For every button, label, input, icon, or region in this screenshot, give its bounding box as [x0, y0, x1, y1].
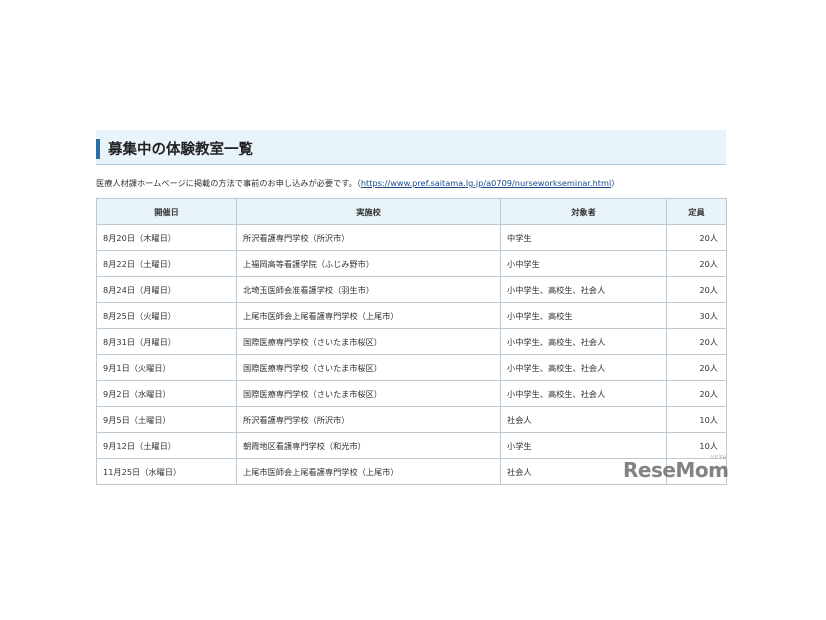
- cell-date: 8月22日（土曜日）: [96, 250, 237, 277]
- cell-target: 小中学生、高校生: [500, 302, 667, 329]
- cell-date: 9月2日（水曜日）: [96, 380, 237, 407]
- table-row: 8月20日（木曜日） 所沢看護専門学校（所沢市） 中学生 20人: [96, 224, 727, 251]
- cell-school: 上尾市医師会上尾看護専門学校（上尾市）: [236, 302, 501, 329]
- cell-date: 9月1日（火曜日）: [96, 354, 237, 381]
- cell-date: 8月24日（月曜日）: [96, 276, 237, 303]
- cell-capacity: 20人: [666, 354, 727, 381]
- table-row: 8月25日（火曜日） 上尾市医師会上尾看護専門学校（上尾市） 小中学生、高校生 …: [96, 302, 727, 329]
- cell-capacity: 20人: [666, 328, 727, 355]
- cell-capacity: 20人: [666, 276, 727, 303]
- cell-school: 所沢看護専門学校（所沢市）: [236, 406, 501, 433]
- cell-target: 社会人: [500, 406, 667, 433]
- page-title: 募集中の体験教室一覧: [108, 142, 253, 158]
- cell-target: 中学生: [500, 224, 667, 251]
- cell-target: 小中学生: [500, 250, 667, 277]
- cell-capacity: 30人: [666, 302, 727, 329]
- cell-capacity: 20人: [666, 380, 727, 407]
- table-row: 8月24日（月曜日） 北埼玉医師会准看護学校（羽生市） 小中学生、高校生、社会人…: [96, 276, 727, 303]
- cell-date: 8月31日（月曜日）: [96, 328, 237, 355]
- cell-date: 8月25日（火曜日）: [96, 302, 237, 329]
- intro-text-before: 医療人材課ホームページに掲載の方法で事前のお申し込みが必要です。（: [96, 178, 361, 188]
- table-row: 9月12日（土曜日） 朝霞地区看護専門学校（和光市） 小学生 10人: [96, 432, 727, 459]
- cell-school: 所沢看護専門学校（所沢市）: [236, 224, 501, 251]
- cell-school: 国際医療専門学校（さいたま市桜区）: [236, 354, 501, 381]
- cell-target: 小学生: [500, 432, 667, 459]
- column-header-capacity: 定員: [666, 198, 727, 225]
- column-header-date: 開催日: [96, 198, 237, 225]
- cell-capacity: 10人: [666, 406, 727, 433]
- table-row: 9月2日（水曜日） 国際医療専門学校（さいたま市桜区） 小中学生、高校生、社会人…: [96, 380, 727, 407]
- cell-school: 北埼玉医師会准看護学校（羽生市）: [236, 276, 501, 303]
- cell-target: 小中学生、高校生、社会人: [500, 380, 667, 407]
- cell-date: 9月5日（土曜日）: [96, 406, 237, 433]
- watermark-small-text: リセマム: [710, 454, 727, 459]
- section-heading: 募集中の体験教室一覧: [96, 130, 726, 165]
- column-header-target: 対象者: [500, 198, 667, 225]
- intro-text-after: ）: [611, 178, 620, 188]
- table-row: 9月1日（火曜日） 国際医療専門学校（さいたま市桜区） 小中学生、高校生、社会人…: [96, 354, 727, 381]
- cell-date: 8月20日（木曜日）: [96, 224, 237, 251]
- schedule-table: 開催日 実施校 対象者 定員 8月20日（木曜日） 所沢看護専門学校（所沢市） …: [96, 198, 727, 485]
- table-header-row: 開催日 実施校 対象者 定員: [96, 198, 727, 225]
- table-row: 8月31日（月曜日） 国際医療専門学校（さいたま市桜区） 小中学生、高校生、社会…: [96, 328, 727, 355]
- cell-school: 上福岡高等看護学院（ふじみ野市）: [236, 250, 501, 277]
- intro-text: 医療人材課ホームページに掲載の方法で事前のお申し込みが必要です。（https:/…: [96, 177, 736, 189]
- column-header-school: 実施校: [236, 198, 501, 225]
- cell-capacity: 20人: [666, 250, 727, 277]
- cell-capacity: 20人: [666, 224, 727, 251]
- cell-school: 上尾市医師会上尾看護専門学校（上尾市）: [236, 458, 501, 485]
- cell-date: 9月12日（土曜日）: [96, 432, 237, 459]
- cell-target: 小中学生、高校生、社会人: [500, 328, 667, 355]
- application-link[interactable]: https://www.pref.saitama.lg.jp/a0709/nur…: [361, 178, 611, 188]
- heading-accent-bar: [96, 139, 100, 159]
- cell-target: 小中学生、高校生、社会人: [500, 276, 667, 303]
- cell-date: 11月25日（水曜日）: [96, 458, 237, 485]
- table-row: 8月22日（土曜日） 上福岡高等看護学院（ふじみ野市） 小中学生 20人: [96, 250, 727, 277]
- cell-school: 国際医療専門学校（さいたま市桜区）: [236, 328, 501, 355]
- watermark-text: ReseMom: [623, 458, 729, 482]
- cell-school: 国際医療専門学校（さいたま市桜区）: [236, 380, 501, 407]
- cell-school: 朝霞地区看護専門学校（和光市）: [236, 432, 501, 459]
- cell-target: 小中学生、高校生、社会人: [500, 354, 667, 381]
- resemom-watermark-logo: リセマム ReseMom: [623, 454, 729, 482]
- table-row: 9月5日（土曜日） 所沢看護専門学校（所沢市） 社会人 10人: [96, 406, 727, 433]
